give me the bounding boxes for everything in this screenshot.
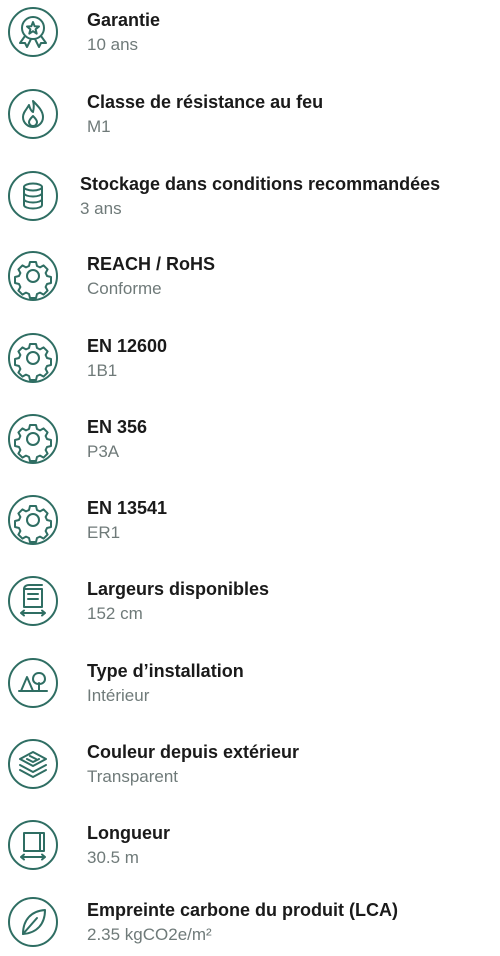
spec-value: P3A bbox=[87, 442, 120, 461]
spec-value: ER1 bbox=[87, 523, 121, 542]
spec-item-length: Longueur 30.5 m bbox=[0, 819, 500, 879]
indoor-tree-icon bbox=[7, 657, 59, 709]
spec-value: 3 ans bbox=[80, 199, 122, 218]
spec-title: REACH / RoHS bbox=[87, 254, 216, 274]
spec-title: EN 356 bbox=[87, 417, 148, 437]
award-icon bbox=[7, 6, 59, 58]
spec-title: Largeurs disponibles bbox=[87, 579, 270, 599]
spec-item-garantie: Garantie 10 ans bbox=[0, 6, 500, 66]
spec-value: Transparent bbox=[87, 767, 179, 786]
spec-title: EN 12600 bbox=[87, 336, 168, 356]
spec-value: 2.35 kgCO2e/m² bbox=[87, 925, 212, 944]
spec-title: Empreinte carbone du produit (LCA) bbox=[87, 900, 399, 920]
length-icon bbox=[7, 819, 59, 871]
leaf-icon bbox=[7, 896, 59, 948]
layers-icon bbox=[7, 738, 59, 790]
spec-item-storage: Stockage dans conditions recommandées 3 … bbox=[0, 170, 500, 230]
spec-title: Classe de résistance au feu bbox=[87, 92, 324, 112]
spec-value: 30.5 m bbox=[87, 848, 139, 867]
gear-icon bbox=[7, 494, 59, 546]
spec-item-en356: EN 356 P3A bbox=[0, 413, 500, 473]
database-icon bbox=[7, 170, 59, 222]
spec-value: 10 ans bbox=[87, 35, 139, 54]
gear-icon bbox=[7, 413, 59, 465]
spec-title: Longueur bbox=[87, 823, 170, 843]
spec-title: Type d’installation bbox=[87, 661, 244, 681]
spec-list: Garantie 10 ans Classe de résistance au … bbox=[0, 0, 500, 947]
spec-item-en12600: EN 12600 1B1 bbox=[0, 332, 500, 392]
spec-item-carbon-footprint: Empreinte carbone du produit (LCA) 2.35 … bbox=[0, 896, 500, 956]
spec-item-fire-class: Classe de résistance au feu M1 bbox=[0, 88, 500, 148]
spec-value: Conforme bbox=[87, 279, 162, 298]
spec-item-exterior-color: Couleur depuis extérieur Transparent bbox=[0, 738, 500, 798]
spec-value: 1B1 bbox=[87, 361, 118, 380]
spec-value: Intérieur bbox=[87, 686, 150, 705]
spec-value: M1 bbox=[87, 117, 111, 136]
gear-icon bbox=[7, 332, 59, 384]
spec-title: Couleur depuis extérieur bbox=[87, 742, 300, 762]
spec-value: 152 cm bbox=[87, 604, 143, 623]
spec-item-widths: Largeurs disponibles 152 cm bbox=[0, 575, 500, 635]
spec-item-installation-type: Type d’installation Intérieur bbox=[0, 657, 500, 717]
flame-icon bbox=[7, 88, 59, 140]
spec-title: Garantie bbox=[87, 10, 161, 30]
roll-width-icon bbox=[7, 575, 59, 627]
spec-item-en13541: EN 13541 ER1 bbox=[0, 494, 500, 554]
spec-title: EN 13541 bbox=[87, 498, 168, 518]
spec-item-reach-rohs: REACH / RoHS Conforme bbox=[0, 250, 500, 310]
spec-title: Stockage dans conditions recommandées bbox=[80, 174, 441, 194]
gear-icon bbox=[7, 250, 59, 302]
